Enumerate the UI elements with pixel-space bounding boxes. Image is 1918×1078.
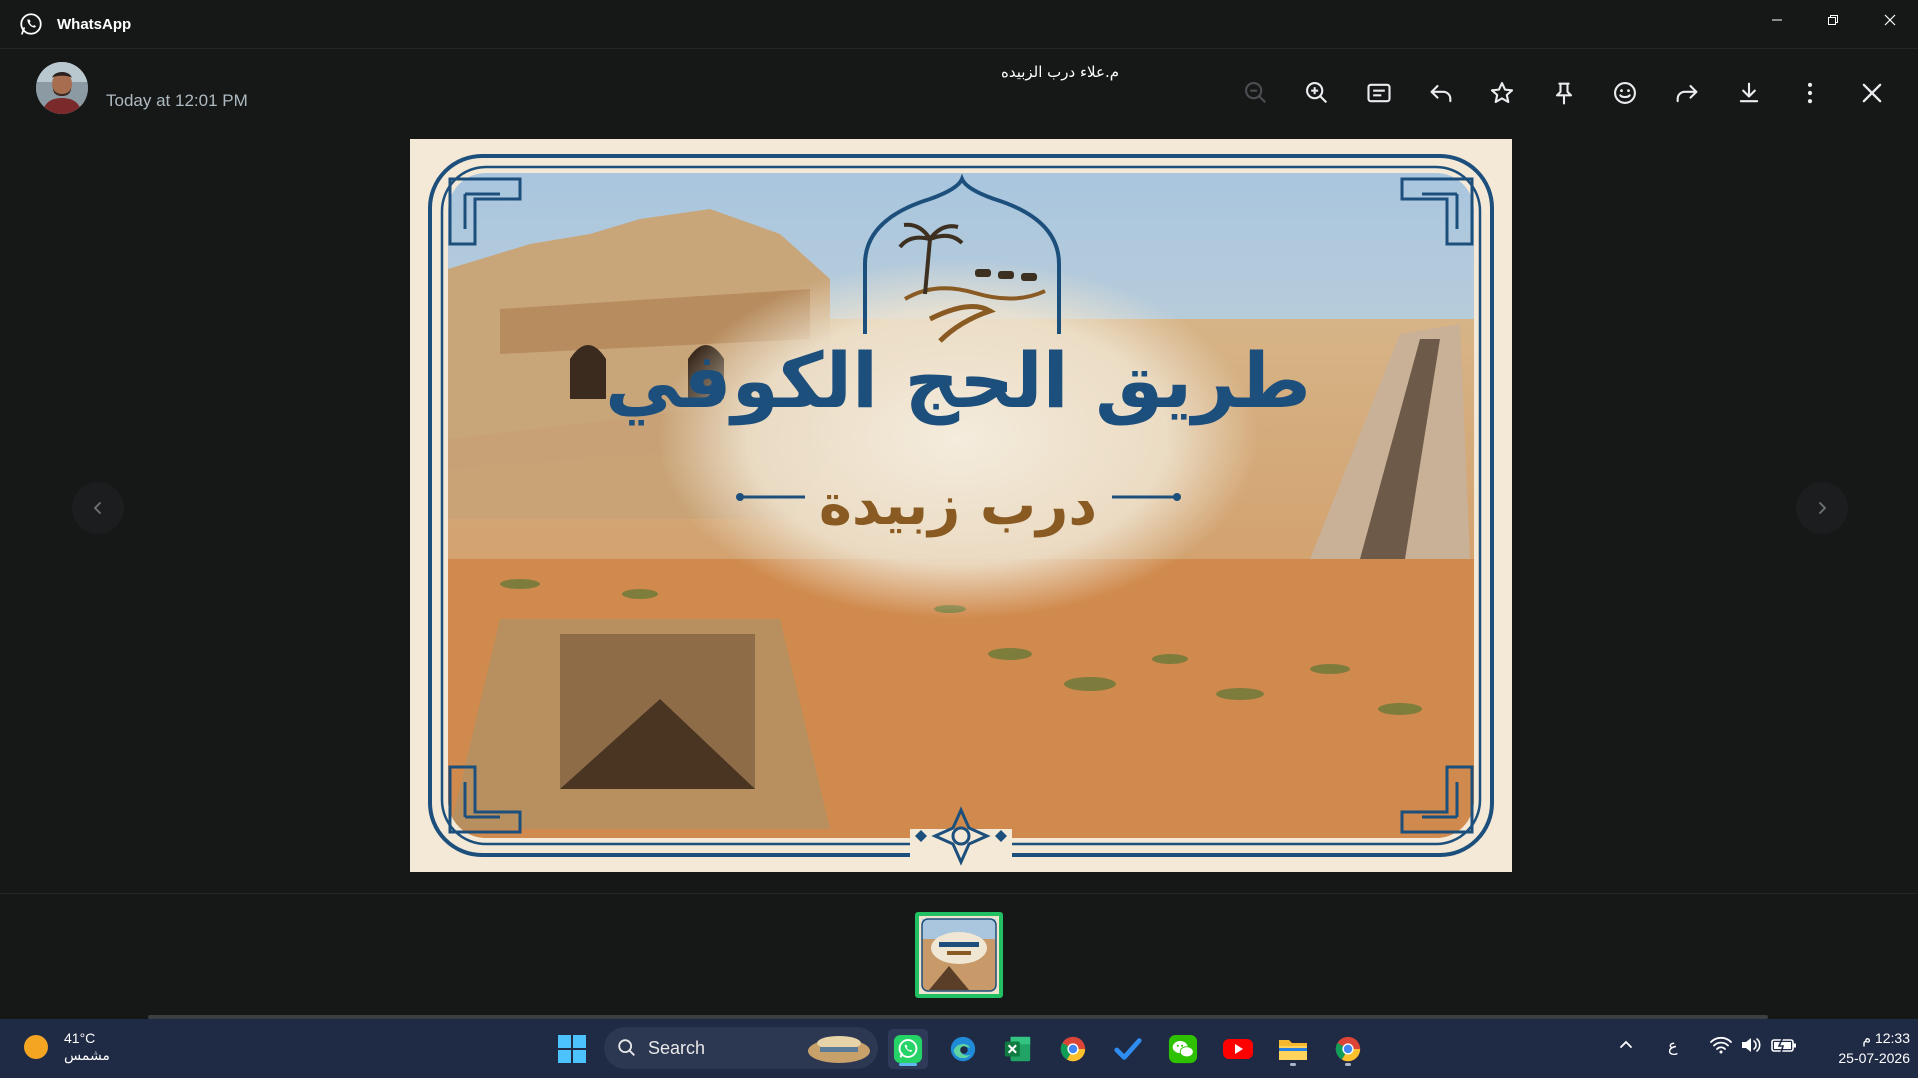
show-hidden-icons-button[interactable] [1618, 1036, 1634, 1057]
wifi-status[interactable] [1710, 1036, 1732, 1059]
more-options-button[interactable] [1790, 73, 1830, 113]
contact-photo [36, 62, 88, 114]
close-viewer-button[interactable] [1852, 73, 1892, 113]
download-icon [1739, 82, 1759, 103]
chrome-icon [1060, 1036, 1086, 1062]
forward-button[interactable] [1667, 73, 1707, 113]
image-subtitle: درب زبيدة [819, 473, 1097, 538]
battery-charging-icon [1771, 1036, 1796, 1054]
pin-button[interactable] [1544, 73, 1584, 113]
forward-icon [1676, 84, 1698, 103]
sun-icon [24, 1035, 48, 1059]
media-image: طريق الحج الكوفي درب زبيدة [410, 139, 1512, 872]
system-clock[interactable]: 12:33 م 25-07-2026 [1810, 1028, 1910, 1068]
thumbnail-strip [0, 893, 1918, 1015]
avatar[interactable] [36, 62, 88, 114]
minimize-icon [1772, 19, 1782, 21]
caption-icon [1367, 83, 1391, 103]
taskbar-chrome[interactable] [1053, 1029, 1093, 1069]
wechat-icon [1168, 1034, 1198, 1064]
pin-icon [1555, 82, 1573, 105]
thumbnail-selected[interactable] [915, 912, 1003, 998]
close-icon [1862, 83, 1882, 103]
more-vertical-icon [1807, 82, 1813, 104]
emoji-icon [1614, 82, 1636, 104]
weather-condition: مشمس [64, 1047, 110, 1063]
reply-button[interactable] [1421, 73, 1461, 113]
taskbar-todo[interactable] [1108, 1029, 1148, 1069]
running-indicator [1345, 1063, 1351, 1066]
chevron-right-icon [1819, 502, 1827, 514]
chrome-icon [1335, 1036, 1361, 1062]
taskbar-file-explorer[interactable] [1273, 1029, 1313, 1069]
edge-icon [950, 1036, 976, 1062]
weather-widget[interactable]: 41°C مشمس [24, 1030, 110, 1064]
window-title: WhatsApp [57, 15, 132, 33]
running-indicator [1290, 1063, 1296, 1066]
search-label: Search [648, 1037, 706, 1058]
taskbar-youtube[interactable] [1218, 1029, 1258, 1069]
clock-date: 25-07-2026 [1838, 1050, 1910, 1066]
minimize-button[interactable] [1749, 0, 1805, 40]
search-icon [618, 1039, 635, 1056]
react-button[interactable] [1605, 73, 1645, 113]
taskbar-search[interactable]: Search [604, 1027, 878, 1069]
weather-temperature: 41°C [64, 1030, 96, 1046]
image-title: طريق الحج الكوفي [605, 336, 1311, 426]
clock-time: 12:33 م [1862, 1030, 1910, 1046]
zoom-in-button[interactable] [1297, 73, 1337, 113]
taskbar-whatsapp[interactable] [888, 1029, 928, 1069]
star-button[interactable] [1482, 73, 1522, 113]
restore-button[interactable] [1805, 0, 1861, 40]
reply-icon [1430, 84, 1452, 103]
input-language[interactable]: ع [1668, 1036, 1678, 1055]
taskbar-chrome-2[interactable] [1328, 1029, 1368, 1069]
window-close-button[interactable] [1862, 0, 1918, 40]
youtube-icon [1223, 1039, 1253, 1059]
close-icon [1884, 14, 1896, 26]
taskbar-edge[interactable] [943, 1029, 983, 1069]
star-icon [1490, 82, 1514, 104]
next-media-button[interactable] [1796, 482, 1848, 534]
zoom-out-icon [1245, 82, 1267, 104]
speaker-icon [1742, 1038, 1761, 1052]
volume-status[interactable] [1740, 1036, 1762, 1059]
whatsapp-window: WhatsApp Today at 12:01 PM م.علاء درب ال… [0, 0, 1918, 1015]
image-illustration: طريق الحج الكوفي درب زبيدة [410, 139, 1512, 872]
chevron-up-icon [1620, 1040, 1632, 1048]
folder-icon [1279, 1040, 1307, 1060]
excel-icon [1004, 1036, 1031, 1062]
windows-icon [558, 1035, 586, 1063]
restore-icon [1828, 15, 1838, 25]
active-indicator [899, 1063, 917, 1066]
taskbar-wechat[interactable] [1163, 1029, 1203, 1069]
message-timestamp: Today at 12:01 PM [106, 91, 248, 110]
taskbar-excel[interactable] [998, 1029, 1038, 1069]
whatsapp-logo-icon [20, 13, 42, 35]
media-viewer-header: Today at 12:01 PM م.علاء درب الزبيده [0, 49, 1918, 139]
whatsapp-icon [893, 1034, 923, 1064]
taskbar: 41°C مشمس Search ع 12:33 م 25-07-2026 [0, 1019, 1918, 1078]
previous-media-button[interactable] [72, 482, 124, 534]
view-caption-button[interactable] [1359, 73, 1399, 113]
battery-status[interactable] [1771, 1036, 1797, 1059]
title-bar: WhatsApp [0, 0, 1918, 49]
search-highlight-icon [808, 1036, 870, 1063]
zoom-out-button[interactable] [1236, 73, 1276, 113]
sender-name: م.علاء درب الزبيده [1000, 63, 1120, 81]
chevron-left-icon [93, 502, 101, 514]
download-button[interactable] [1729, 73, 1769, 113]
thumbnail-image [919, 916, 999, 994]
start-button[interactable] [552, 1029, 592, 1069]
wifi-icon [1710, 1036, 1732, 1054]
checkmark-icon [1114, 1038, 1142, 1060]
zoom-in-icon [1306, 82, 1328, 104]
